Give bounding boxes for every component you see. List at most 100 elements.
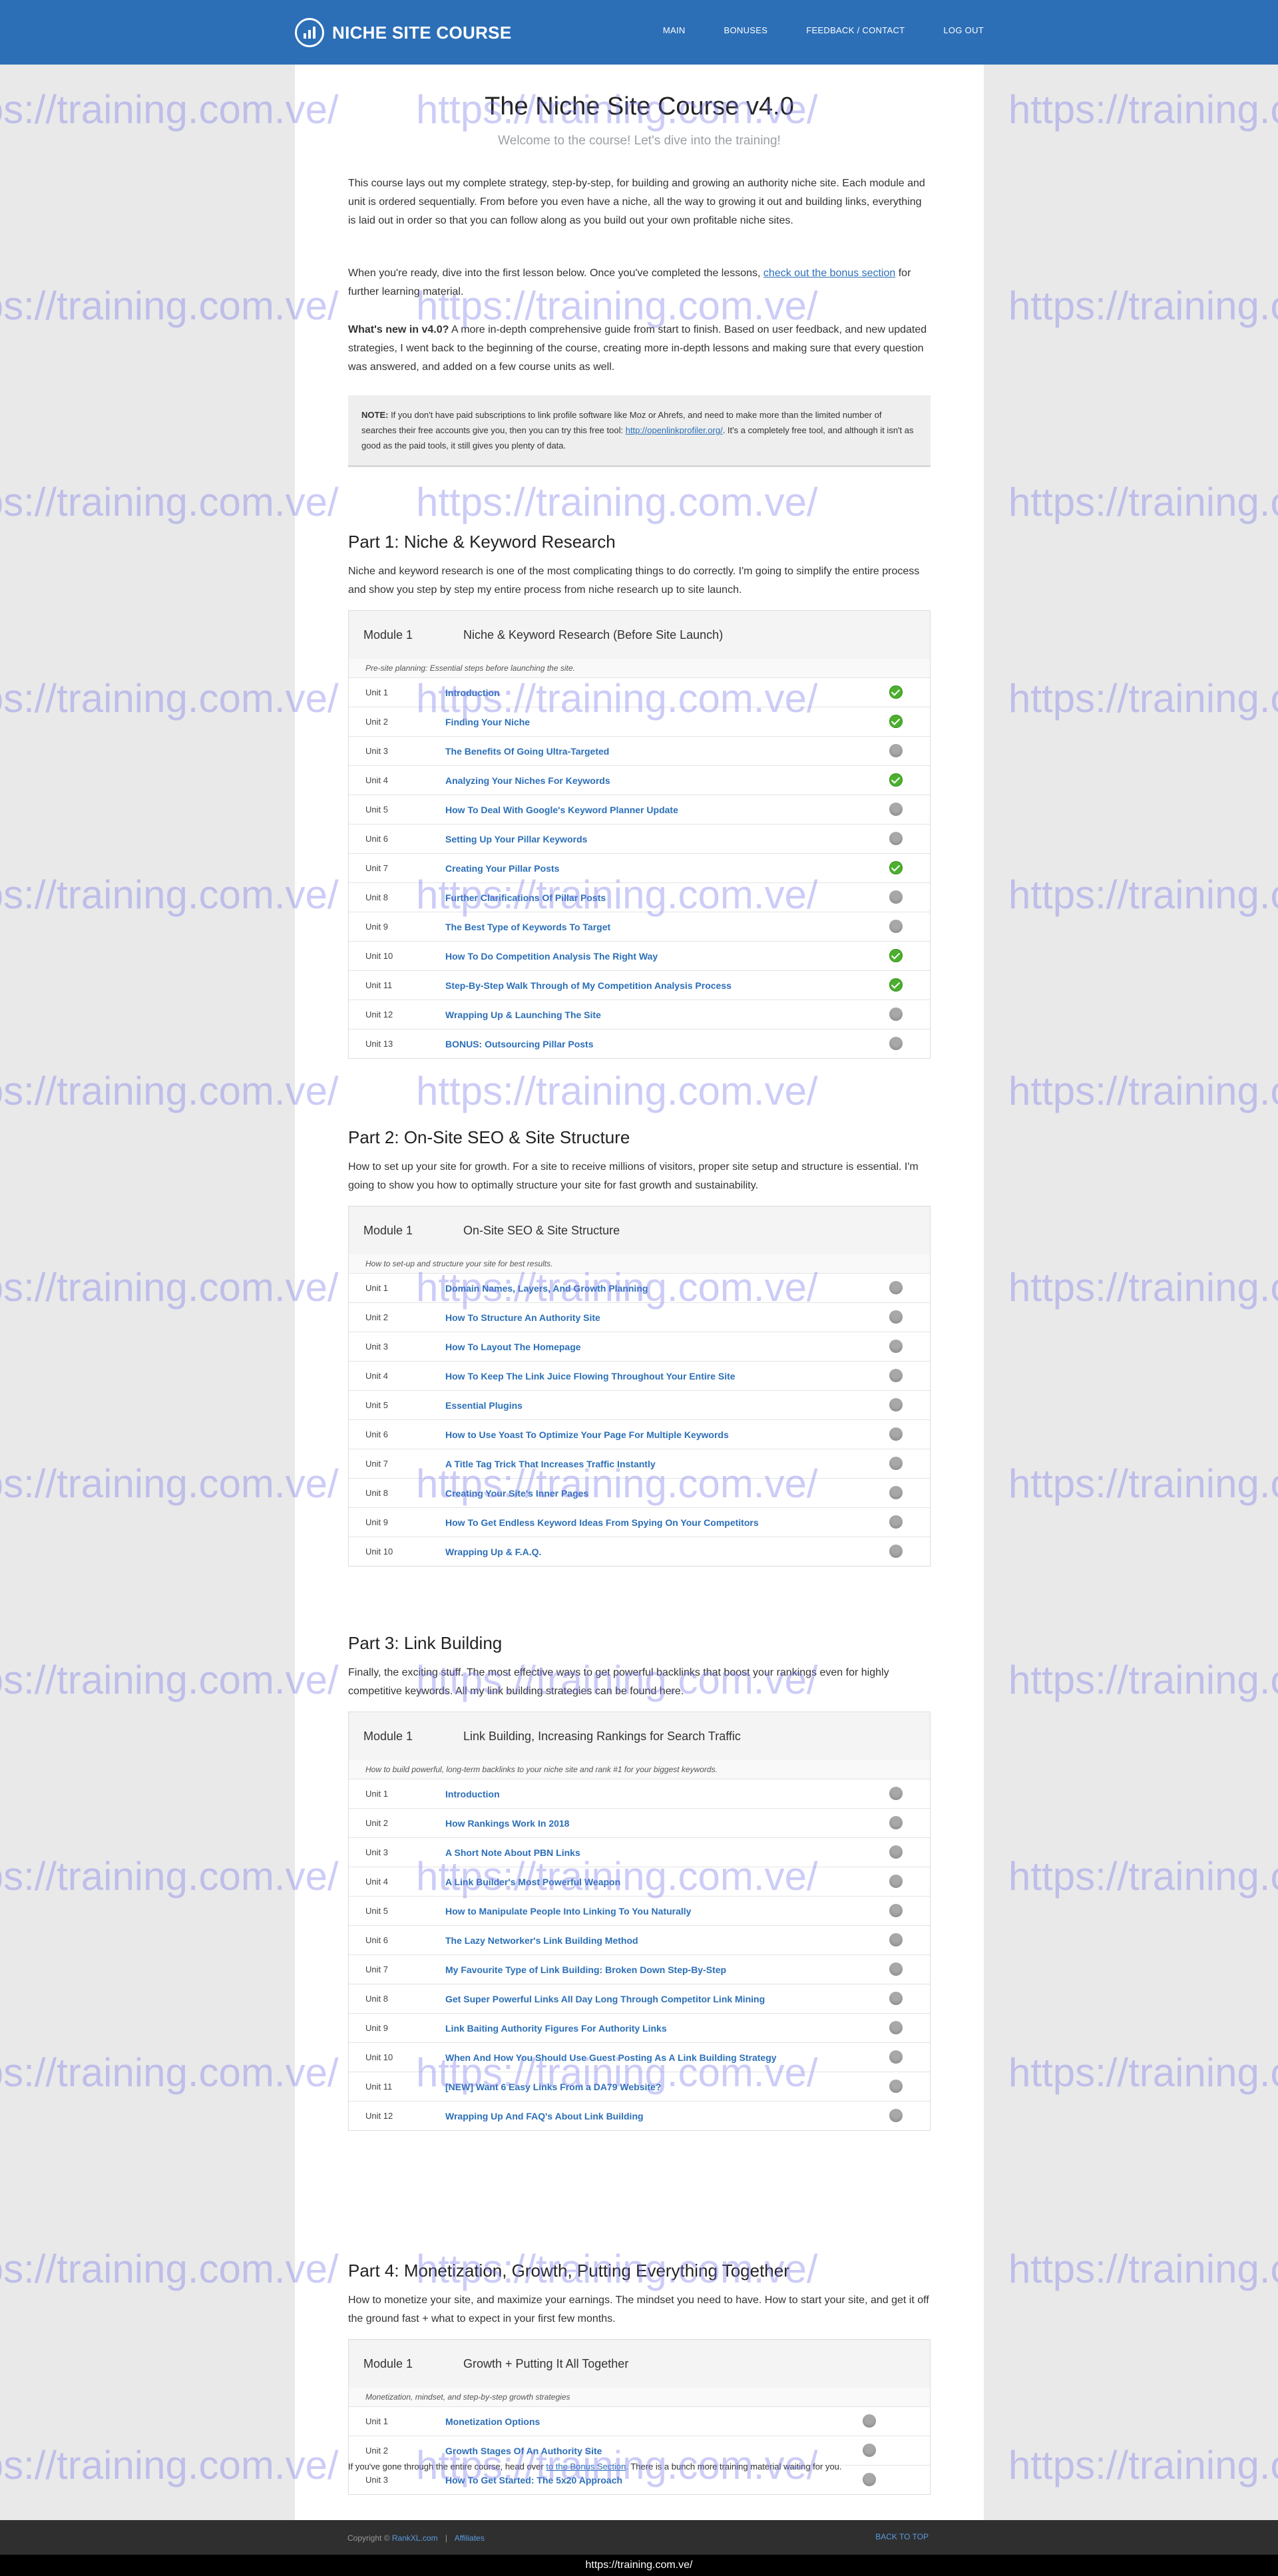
nav-log-out[interactable]: LOG OUT bbox=[943, 25, 984, 35]
unit-row[interactable]: Unit 6 The Lazy Networker's Link Building… bbox=[349, 1926, 930, 1955]
incomplete-circle-icon[interactable] bbox=[889, 1515, 903, 1529]
unit-link[interactable]: My Favourite Type of Link Building: Brok… bbox=[445, 1964, 726, 1975]
unit-link[interactable]: Setting Up Your Pillar Keywords bbox=[445, 834, 587, 844]
unit-row[interactable]: Unit 2 Finding Your Niche bbox=[349, 707, 930, 737]
unit-row[interactable]: Unit 5 How to Manipulate People Into Link… bbox=[349, 1897, 930, 1926]
bonus-section-link[interactable]: check out the bonus section bbox=[763, 268, 895, 279]
incomplete-circle-icon[interactable] bbox=[889, 1875, 903, 1888]
unit-link[interactable]: BONUS: Outsourcing Pillar Posts bbox=[445, 1039, 593, 1049]
unit-link[interactable]: How To Get Started: The 5x20 Approach bbox=[445, 2475, 622, 2485]
unit-link[interactable]: Finding Your Niche bbox=[445, 717, 530, 727]
unit-row[interactable]: Unit 11 Step-By-Step Walk Through of My C… bbox=[349, 971, 930, 1000]
openlinkprofiler-link[interactable]: http://openlinkprofiler.org/ bbox=[626, 425, 723, 435]
unit-row[interactable]: Unit 13 BONUS: Outsourcing Pillar Posts bbox=[349, 1029, 930, 1058]
incomplete-circle-icon[interactable] bbox=[889, 1486, 903, 1499]
unit-row[interactable]: Unit 6 How to Use Yoast To Optimize Your … bbox=[349, 1420, 930, 1449]
unit-link[interactable]: How To Keep The Link Juice Flowing Throu… bbox=[445, 1371, 736, 1381]
unit-row[interactable]: Unit 4 How To Keep The Link Juice Flowing… bbox=[349, 1362, 930, 1391]
incomplete-circle-icon[interactable] bbox=[889, 1340, 903, 1353]
unit-row[interactable]: Unit 8 Creating Your Site's Inner Pages bbox=[349, 1479, 930, 1508]
incomplete-circle-icon[interactable] bbox=[889, 1933, 903, 1946]
unit-link[interactable]: How to Manipulate People Into Linking To… bbox=[445, 1906, 691, 1917]
unit-link[interactable]: How To Deal With Google's Keyword Planne… bbox=[445, 805, 678, 815]
unit-link[interactable]: A Link Builder's Most Powerful Weapon bbox=[445, 1877, 620, 1887]
unit-link[interactable]: Domain Names, Layers, And Growth Plannin… bbox=[445, 1283, 648, 1294]
unit-link[interactable]: Growth Stages Of An Authority Site bbox=[445, 2446, 602, 2456]
unit-row[interactable]: Unit 10 How To Do Competition Analysis Th… bbox=[349, 942, 930, 971]
incomplete-circle-icon[interactable] bbox=[889, 1457, 903, 1470]
incomplete-circle-icon[interactable] bbox=[889, 2109, 903, 2122]
unit-link[interactable]: Introduction bbox=[445, 687, 500, 698]
unit-row[interactable]: Unit 7 My Favourite Type of Link Building… bbox=[349, 1955, 930, 1984]
unit-row[interactable]: Unit 10 When And How You Should Use Guest… bbox=[349, 2043, 930, 2072]
unit-link[interactable]: Further Clarifications Of Pillar Posts bbox=[445, 892, 606, 903]
completed-check-icon[interactable] bbox=[889, 715, 903, 728]
unit-link[interactable]: How to Use Yoast To Optimize Your Page F… bbox=[445, 1429, 729, 1440]
completed-check-icon[interactable] bbox=[889, 949, 903, 962]
unit-row[interactable]: Unit 3 How To Layout The Homepage bbox=[349, 1332, 930, 1362]
incomplete-circle-icon[interactable] bbox=[889, 1008, 903, 1021]
unit-row[interactable]: Unit 1 Domain Names, Layers, And Growth P… bbox=[349, 1274, 930, 1303]
unit-row[interactable]: Unit 3 A Short Note About PBN Links bbox=[349, 1838, 930, 1867]
unit-link[interactable]: Step-By-Step Walk Through of My Competit… bbox=[445, 980, 732, 991]
unit-link[interactable]: Creating Your Pillar Posts bbox=[445, 863, 559, 874]
unit-link[interactable]: Essential Plugins bbox=[445, 1400, 523, 1411]
incomplete-circle-icon[interactable] bbox=[889, 744, 903, 757]
unit-link[interactable]: How To Structure An Authority Site bbox=[445, 1312, 600, 1323]
incomplete-circle-icon[interactable] bbox=[889, 1992, 903, 2005]
back-to-top-link[interactable]: BACK TO TOP bbox=[875, 2532, 929, 2541]
unit-link[interactable]: How Rankings Work In 2018 bbox=[445, 1818, 569, 1829]
unit-row[interactable]: Unit 11 [NEW] Want 6 Easy Links From a DA… bbox=[349, 2072, 930, 2102]
unit-link[interactable]: A Title Tag Trick That Increases Traffic… bbox=[445, 1459, 656, 1469]
incomplete-circle-icon[interactable] bbox=[889, 2080, 903, 2093]
unit-row[interactable]: Unit 2 How To Structure An Authority Site bbox=[349, 1303, 930, 1332]
unit-link[interactable]: [NEW] Want 6 Easy Links From a DA79 Webs… bbox=[445, 2082, 661, 2092]
unit-link[interactable]: When And How You Should Use Guest Postin… bbox=[445, 2052, 777, 2063]
unit-link[interactable]: A Short Note About PBN Links bbox=[445, 1847, 580, 1858]
affiliates-link[interactable]: Affiliates bbox=[455, 2533, 485, 2543]
site-logo[interactable]: NICHE SITE COURSE bbox=[295, 16, 511, 49]
unit-link[interactable]: Get Super Powerful Links All Day Long Th… bbox=[445, 1994, 765, 2004]
incomplete-circle-icon[interactable] bbox=[863, 2414, 876, 2428]
incomplete-circle-icon[interactable] bbox=[889, 1962, 903, 1976]
unit-link[interactable]: Introduction bbox=[445, 1789, 500, 1799]
unit-row[interactable]: Unit 9 Link Baiting Authority Figures For… bbox=[349, 2014, 930, 2043]
completed-check-icon[interactable] bbox=[889, 978, 903, 992]
nav-bonuses[interactable]: BONUSES bbox=[724, 25, 768, 35]
completed-check-icon[interactable] bbox=[889, 861, 903, 874]
incomplete-circle-icon[interactable] bbox=[889, 890, 903, 904]
unit-link[interactable]: Monetization Options bbox=[445, 2416, 540, 2427]
incomplete-circle-icon[interactable] bbox=[889, 803, 903, 816]
unit-row[interactable]: Unit 7 A Title Tag Trick That Increases T… bbox=[349, 1449, 930, 1479]
unit-link[interactable]: Analyzing Your Niches For Keywords bbox=[445, 775, 610, 786]
completed-check-icon[interactable] bbox=[889, 773, 903, 787]
incomplete-circle-icon[interactable] bbox=[889, 832, 903, 845]
unit-row[interactable]: Unit 7 Creating Your Pillar Posts bbox=[349, 854, 930, 883]
incomplete-circle-icon[interactable] bbox=[889, 1398, 903, 1411]
incomplete-circle-icon[interactable] bbox=[889, 1281, 903, 1294]
unit-link[interactable]: The Lazy Networker's Link Building Metho… bbox=[445, 1935, 638, 1946]
unit-link[interactable]: How To Do Competition Analysis The Right… bbox=[445, 951, 658, 962]
incomplete-circle-icon[interactable] bbox=[863, 2473, 876, 2486]
incomplete-circle-icon[interactable] bbox=[889, 1037, 903, 1050]
unit-row[interactable]: Unit 8 Further Clarifications Of Pillar P… bbox=[349, 883, 930, 912]
unit-row[interactable]: Unit 2 How Rankings Work In 2018 bbox=[349, 1809, 930, 1838]
incomplete-circle-icon[interactable] bbox=[889, 1904, 903, 1917]
unit-link[interactable]: How To Layout The Homepage bbox=[445, 1342, 581, 1352]
incomplete-circle-icon[interactable] bbox=[889, 1545, 903, 1558]
unit-row[interactable]: Unit 10 Wrapping Up & F.A.Q. bbox=[349, 1537, 930, 1566]
unit-row[interactable]: Unit 8 Get Super Powerful Links All Day L… bbox=[349, 1984, 930, 2014]
incomplete-circle-icon[interactable] bbox=[889, 1369, 903, 1382]
completed-check-icon[interactable] bbox=[889, 685, 903, 699]
unit-link[interactable]: How To Get Endless Keyword Ideas From Sp… bbox=[445, 1517, 759, 1528]
incomplete-circle-icon[interactable] bbox=[889, 920, 903, 933]
unit-link[interactable]: Wrapping Up & F.A.Q. bbox=[445, 1547, 541, 1557]
incomplete-circle-icon[interactable] bbox=[889, 1816, 903, 1829]
unit-row[interactable]: Unit 1 Introduction bbox=[349, 1779, 930, 1809]
incomplete-circle-icon[interactable] bbox=[889, 1845, 903, 1859]
unit-row[interactable]: Unit 12 Wrapping Up And FAQ's About Link … bbox=[349, 2102, 930, 2130]
unit-link[interactable]: The Best Type of Keywords To Target bbox=[445, 922, 610, 932]
incomplete-circle-icon[interactable] bbox=[889, 1427, 903, 1441]
incomplete-circle-icon[interactable] bbox=[863, 2444, 876, 2457]
unit-row[interactable]: Unit 12 Wrapping Up & Launching The Site bbox=[349, 1000, 930, 1029]
